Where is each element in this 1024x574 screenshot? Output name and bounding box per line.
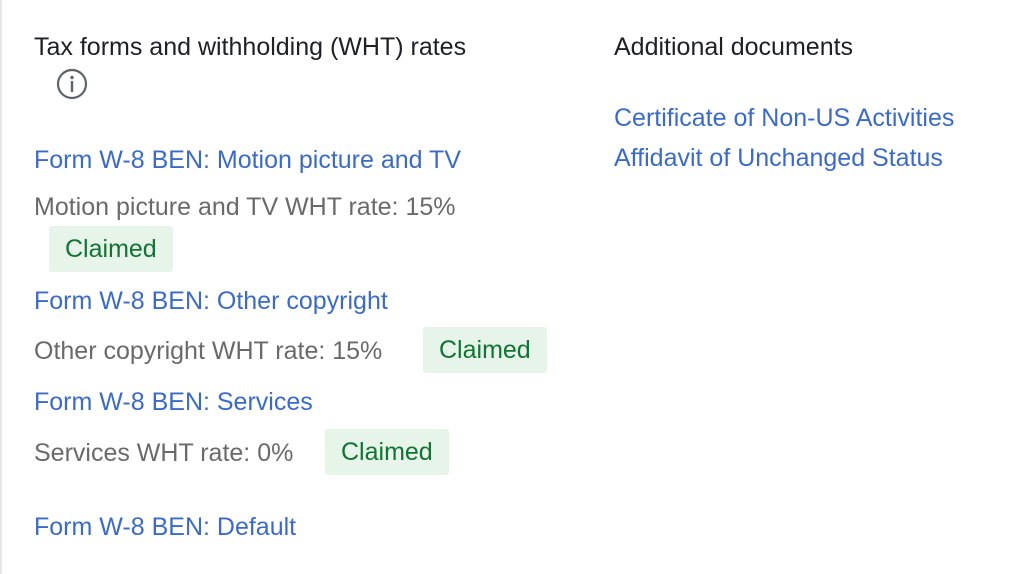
form-w8ben-other-copyright-link[interactable]: Form W-8 BEN: Other copyright <box>34 285 388 317</box>
claimed-badge: Claimed <box>325 429 449 475</box>
tax-forms-heading: Tax forms and withholding (WHT) rates <box>34 33 467 61</box>
form-w8ben-services-link[interactable]: Form W-8 BEN: Services <box>34 386 313 418</box>
other-copyright-wht-rate: Other copyright WHT rate: 15% <box>34 337 383 365</box>
additional-documents-section: Additional documents Certificate of Non-… <box>614 30 1014 172</box>
panel-left-border <box>0 0 2 574</box>
services-wht-rate: Services WHT rate: 0% <box>34 439 294 467</box>
form-w8ben-default-link[interactable]: Form W-8 BEN: Default <box>34 511 296 543</box>
affidavit-unchanged-status-link[interactable]: Affidavit of Unchanged Status <box>614 142 943 174</box>
info-icon[interactable] <box>56 68 88 100</box>
form-w8ben-motion-picture-link[interactable]: Form W-8 BEN: Motion picture and TV <box>34 144 461 176</box>
tax-forms-section: Tax forms and withholding (WHT) rates Fo… <box>34 30 594 541</box>
certificate-non-us-activities-link[interactable]: Certificate of Non-US Activities <box>614 102 954 134</box>
motion-picture-wht-rate: Motion picture and TV WHT rate: 15% <box>34 193 456 221</box>
additional-documents-heading: Additional documents <box>614 33 854 61</box>
claimed-badge: Claimed <box>49 226 173 272</box>
claimed-badge: Claimed <box>423 327 547 373</box>
